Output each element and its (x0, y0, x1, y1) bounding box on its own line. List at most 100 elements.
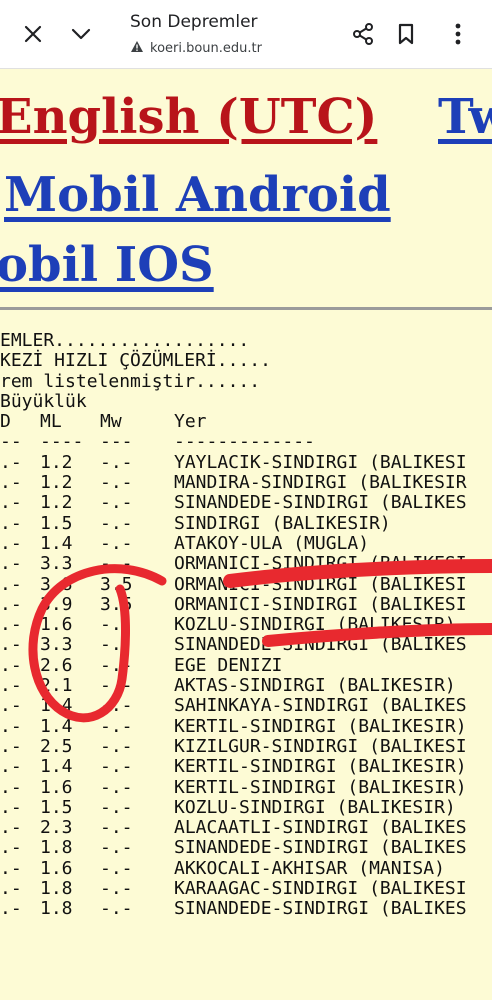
url-bar[interactable]: koeri.boun.edu.tr (130, 40, 262, 57)
table-row: .- 2.6 -.- EGE DENIZI (0, 654, 467, 676)
cell-place: ALACAATLI-SINDIRGI (BALIKES (174, 817, 467, 839)
cell-mw: 3.5 (100, 573, 133, 595)
browser-toolbar: Son Depremler koeri.boun.edu.tr (0, 0, 492, 69)
table-row: .- 3.8 3.5 ORMANICI-SINDIRGI (BALIKESI (0, 573, 467, 595)
bookmark-icon[interactable] (390, 18, 422, 50)
cell-place: ATAKOY-ULA (MUGLA) (174, 532, 370, 554)
cell-d: .- (0, 837, 22, 859)
table-row: .- 1.6 -.- AKKOCALI-AKHISAR (MANISA) (0, 857, 467, 879)
cell-mw: -.- (100, 837, 133, 859)
cell-d: .- (0, 634, 22, 656)
cell-d: .- (0, 512, 22, 534)
cell-ml: 1.4 (40, 695, 73, 717)
cell-d: .- (0, 817, 22, 839)
english-utc-link[interactable]: English (UTC) (0, 89, 377, 145)
cell-ml: 1.5 (40, 796, 73, 818)
cell-mw: -.- (100, 675, 133, 697)
cell-ml: 1.6 (40, 614, 73, 636)
table-row: .- 1.6 -.- KERTIL-SINDIRGI (BALIKESIR) (0, 776, 467, 798)
cell-ml: 1.8 (40, 837, 73, 859)
share-icon[interactable] (347, 18, 379, 50)
col-header-mw: Mw (100, 411, 122, 433)
cell-ml: 2.3 (40, 817, 73, 839)
cell-ml: 1.2 (40, 472, 73, 494)
cell-place: KIZILGUR-SINDIRGI (BALIKESI (174, 735, 467, 757)
listing-header-line: Büyüklük (0, 390, 87, 412)
cell-mw: -.- (100, 756, 133, 778)
cell-d: .- (0, 735, 22, 757)
table-row: .- 2.5 -.- KIZILGUR-SINDIRGI (BALIKESI (0, 735, 467, 757)
cell-mw: -.- (100, 898, 133, 920)
table-row: .- 1.4 -.- SAHINKAYA-SINDIRGI (BALIKES (0, 695, 467, 717)
col-header-d: D (0, 411, 11, 433)
twitter-link[interactable]: Tw (438, 89, 492, 145)
cell-ml: 1.2 (40, 492, 73, 514)
cell-d: .- (0, 756, 22, 778)
cell-d: .- (0, 878, 22, 900)
table-row: .- 1.8 -.- SINANDEDE-SINDIRGI (BALIKES (0, 837, 467, 859)
table-row: .- 1.8 -.- KARAAGAC-SINDIRGI (BALIKESI (0, 878, 467, 900)
cell-place: KOZLU-SINDIRGI (BALIKESIR) (174, 796, 456, 818)
earthquake-listing: EMLER.................. KEZİ HIZLI ÇÖZÜML… (0, 330, 467, 920)
cell-mw: -.- (100, 796, 133, 818)
cell-d: .- (0, 573, 22, 595)
cell-place: SINANDEDE-SINDIRGI (BALIKES (174, 898, 467, 920)
cell-place: SINANDEDE-SINDIRGI (BALIKES (174, 837, 467, 859)
cell-mw: -.- (100, 532, 133, 554)
cell-mw: -.- (100, 857, 133, 879)
cell-ml: 1.4 (40, 532, 73, 554)
column-rule: -- ---- --- ------------- (0, 431, 315, 453)
col-header-place: Yer (174, 411, 207, 433)
more-vert-icon[interactable] (442, 18, 474, 50)
cell-ml: 3.3 (40, 553, 73, 575)
chevron-down-icon[interactable] (65, 18, 97, 50)
cell-d: .- (0, 451, 22, 473)
cell-ml: 2.6 (40, 654, 73, 676)
table-row: .- 1.5 -.- KOZLU-SINDIRGI (BALIKESIR) (0, 796, 467, 818)
cell-place: MANDIRA-SINDIRGI (BALIKESIR (174, 472, 467, 494)
cell-d: .- (0, 675, 22, 697)
cell-mw: -.- (100, 512, 133, 534)
cell-d: .- (0, 492, 22, 514)
cell-place: YAYLACIK-SINDIRGI (BALIKESI (174, 451, 467, 473)
cell-place: SAHINKAYA-SINDIRGI (BALIKES (174, 695, 467, 717)
close-icon[interactable] (17, 18, 49, 50)
cell-mw: -.- (100, 817, 133, 839)
cell-mw: -.- (100, 695, 133, 717)
table-row: .- 1.2 -.- YAYLACIK-SINDIRGI (BALIKESI (0, 451, 467, 473)
cell-mw: -.- (100, 776, 133, 798)
cell-place: ORMANICI-SINDIRGI (BALIKESI (174, 593, 467, 615)
cell-d: .- (0, 796, 22, 818)
cell-ml: 3.9 (40, 593, 73, 615)
cell-place: AKKOCALI-AKHISAR (MANISA) (174, 857, 445, 879)
cell-mw: -.- (100, 492, 133, 514)
cell-mw: -.- (100, 614, 133, 636)
mobil-ios-link[interactable]: obil IOS (0, 237, 214, 293)
table-row: .- 3.3 -.- ORMANICI-SINDIRGI (BALIKESI (0, 553, 467, 575)
mobil-android-link[interactable]: Mobil Android (4, 167, 391, 223)
listing-rows: .- 1.2 -.- YAYLACIK-SINDIRGI (BALIKESI .- 1.2… (0, 451, 467, 920)
cell-ml: 2.1 (40, 675, 73, 697)
table-row: .- 1.2 -.- MANDIRA-SINDIRGI (BALIKESIR (0, 472, 467, 494)
cell-place: KERTIL-SINDIRGI (BALIKESIR) (174, 776, 467, 798)
separator (0, 307, 492, 310)
table-row: .- 2.1 -.- AKTAS-SINDIRGI (BALIKESIR) (0, 675, 467, 697)
cell-d: .- (0, 776, 22, 798)
cell-place: KERTIL-SINDIRGI (BALIKESIR) (174, 756, 467, 778)
cell-ml: 1.6 (40, 776, 73, 798)
cell-ml: 1.8 (40, 898, 73, 920)
cell-ml: 2.5 (40, 735, 73, 757)
table-row: .- 1.2 -.- SINANDEDE-SINDIRGI (BALIKES (0, 492, 467, 514)
cell-mw: -.- (100, 451, 133, 473)
cell-place: SINANDEDE-SINDIRGI (BALIKES (174, 634, 467, 656)
cell-place: SINANDEDE-SINDIRGI (BALIKES (174, 492, 467, 514)
cell-d: .- (0, 715, 22, 737)
cell-mw: -.- (100, 715, 133, 737)
cell-mw: -.- (100, 878, 133, 900)
cell-d: .- (0, 695, 22, 717)
cell-ml: 1.6 (40, 857, 73, 879)
cell-place: EGE DENIZI (174, 654, 283, 676)
cell-place: KARAAGAC-SINDIRGI (BALIKESI (174, 878, 467, 900)
cell-ml: 3.3 (40, 634, 73, 656)
cell-mw: -.- (100, 654, 133, 676)
